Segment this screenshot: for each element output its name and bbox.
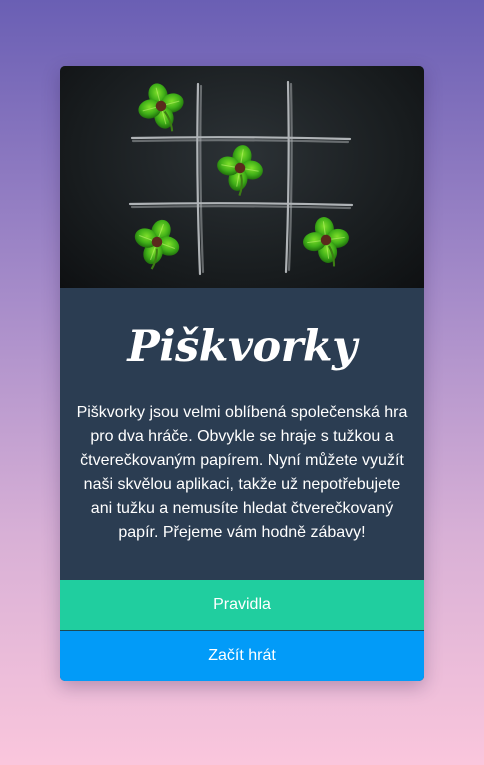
intro-card: Piškvorky Piškvorky jsou velmi oblíbená … xyxy=(60,66,424,681)
clover-icon xyxy=(211,140,268,200)
start-game-button[interactable]: Začít hrát xyxy=(60,631,424,681)
clover-icon xyxy=(131,76,192,140)
game-description: Piškvorky jsou velmi oblíbená společensk… xyxy=(76,404,408,541)
chalk-board-illustration xyxy=(124,76,354,277)
page-title: Piškvorky xyxy=(127,322,357,372)
clover-icon xyxy=(124,211,188,277)
intro-panel: Piškvorky Piškvorky jsou velmi oblíbená … xyxy=(60,288,424,580)
clover-icon xyxy=(298,212,354,272)
hero-image xyxy=(60,66,424,288)
rules-button[interactable]: Pravidla xyxy=(60,580,424,630)
